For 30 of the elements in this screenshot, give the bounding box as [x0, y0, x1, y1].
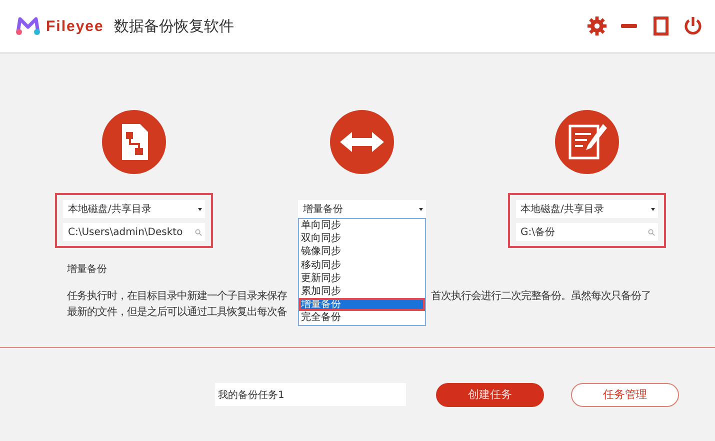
mode-option[interactable]: 单向同步: [299, 219, 425, 232]
description-text: 首次执行会进行二次完整备份。虽然每次只备份了: [431, 289, 651, 304]
maximize-icon[interactable]: [651, 16, 671, 36]
app-title: 数据备份恢复软件: [114, 16, 234, 36]
mode-option[interactable]: 双向同步: [299, 232, 425, 246]
mode-option[interactable]: 更新同步: [299, 272, 425, 285]
caret-icon: [650, 208, 654, 210]
source-type-select[interactable]: 本地磁盘/共享目录: [63, 200, 205, 218]
description-text: 最新的文件，但是之后可以通过工具恢复出每次备: [67, 305, 288, 320]
mode-select[interactable]: 增量备份: [298, 200, 426, 218]
caret-icon: [419, 208, 423, 210]
brand-name: Fileyee: [46, 18, 104, 34]
mode-option[interactable]: 移动同步: [299, 258, 425, 272]
task-manage-button[interactable]: 任务管理: [571, 382, 679, 406]
document-pen-icon: [554, 110, 618, 174]
target-type-select[interactable]: 本地磁盘/共享目录: [516, 200, 658, 218]
mode-option[interactable]: 累加同步: [299, 284, 425, 298]
power-icon[interactable]: [683, 16, 703, 36]
mode-title: 增量备份: [67, 263, 107, 276]
task-name-field[interactable]: 我的备份任务1: [215, 383, 406, 406]
source-path-field[interactable]: C:\Users\admin\Deskto: [63, 223, 205, 241]
create-task-button[interactable]: 创建任务: [436, 382, 544, 406]
mode-option[interactable]: 镜像同步: [299, 245, 425, 259]
document-flowchart-icon: [102, 110, 166, 174]
caret-icon: [198, 208, 202, 210]
description-text: 任务执行时，在目标目录中新建一个子目录来保存: [67, 289, 288, 304]
mode-option[interactable]: 完全备份: [299, 311, 425, 324]
logo-icon: [16, 16, 40, 36]
target-path-field[interactable]: G:\备份: [516, 223, 658, 241]
settings-icon[interactable]: [587, 16, 607, 36]
